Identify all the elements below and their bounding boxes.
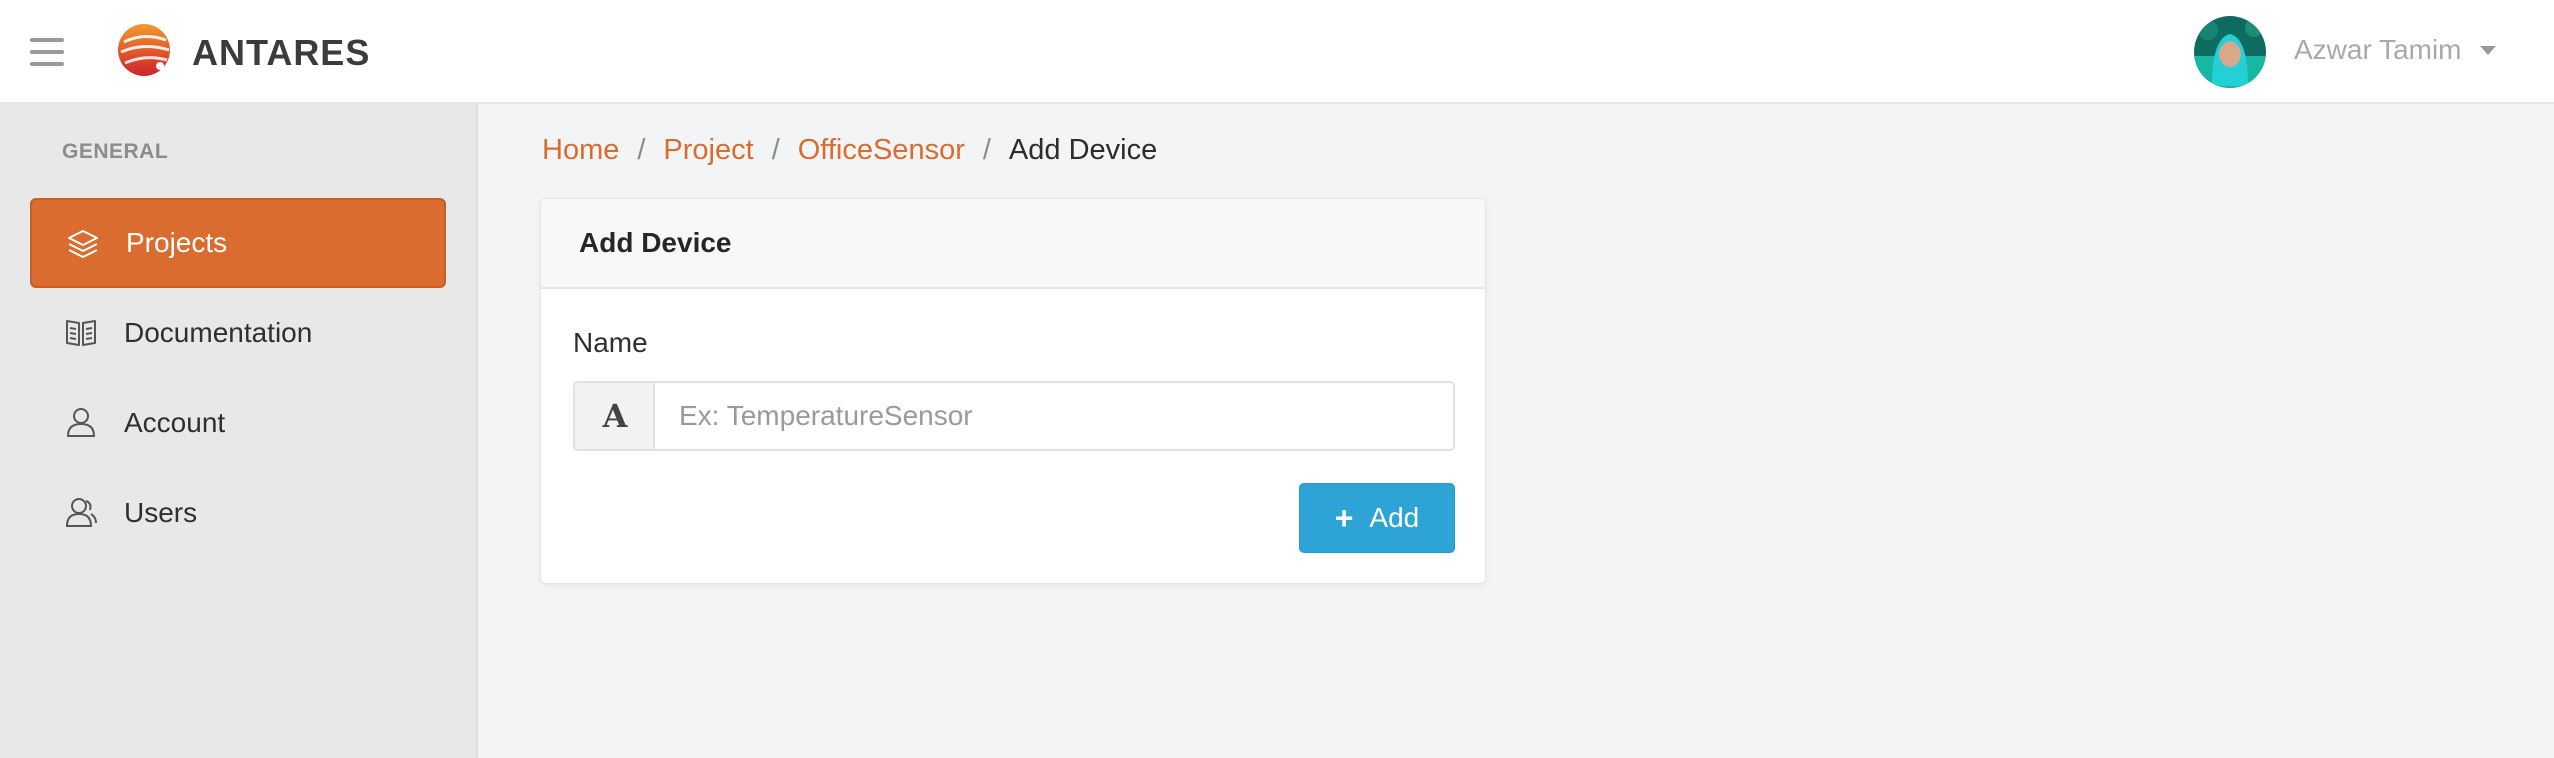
breadcrumb-officesensor-link[interactable]: OfficeSensor [798, 134, 965, 167]
card-header: Add Device [541, 199, 1485, 289]
sidebar-item-label: Projects [126, 227, 228, 258]
sidebar-item-label: Users [124, 497, 198, 528]
chevron-down-icon [2479, 45, 2496, 55]
card-title: Add Device [579, 227, 732, 258]
users-icon [65, 498, 97, 527]
user-menu[interactable]: Azwar Tamim [2294, 30, 2496, 70]
sidebar: GENERAL Projects Documentation Account U… [0, 104, 478, 758]
add-device-button[interactable]: + Add [1299, 483, 1455, 553]
breadcrumb: Home / Project / OfficeSensor / Add Devi… [542, 132, 1157, 168]
hamburger-menu-icon[interactable] [30, 38, 64, 66]
breadcrumb-current: Add Device [1008, 133, 1158, 166]
sidebar-item-documentation[interactable]: Documentation [30, 288, 446, 378]
sidebar-item-projects[interactable]: Projects [30, 198, 446, 288]
sidebar-item-label: Account [124, 407, 226, 438]
add-button-label: Add [1369, 502, 1420, 533]
text-format-icon: A [573, 381, 655, 451]
book-icon [66, 320, 96, 346]
brand-name: ANTARES [192, 32, 371, 73]
device-name-input[interactable] [653, 381, 1455, 451]
user-icon [66, 408, 96, 437]
breadcrumb-separator: / [637, 133, 646, 166]
sidebar-item-label: Documentation [124, 317, 313, 348]
breadcrumb-separator: / [982, 133, 991, 166]
add-device-card: Add Device Name A + Add [540, 198, 1486, 584]
sidebar-item-account[interactable]: Account [30, 378, 446, 468]
name-field-label: Name [573, 327, 648, 358]
plus-icon: + [1334, 500, 1354, 536]
top-bar: ANTARES Azwar Tamim [0, 0, 2554, 104]
breadcrumb-separator: / [771, 133, 780, 166]
antares-logo-icon [118, 24, 170, 76]
user-avatar[interactable] [2194, 16, 2266, 88]
layers-icon [68, 230, 98, 258]
sidebar-item-users[interactable]: Users [30, 468, 446, 558]
user-name: Azwar Tamim [2294, 34, 2462, 65]
sidebar-heading: GENERAL [62, 140, 169, 163]
breadcrumb-project-link[interactable]: Project [663, 134, 753, 167]
breadcrumb-home-link[interactable]: Home [542, 134, 619, 167]
